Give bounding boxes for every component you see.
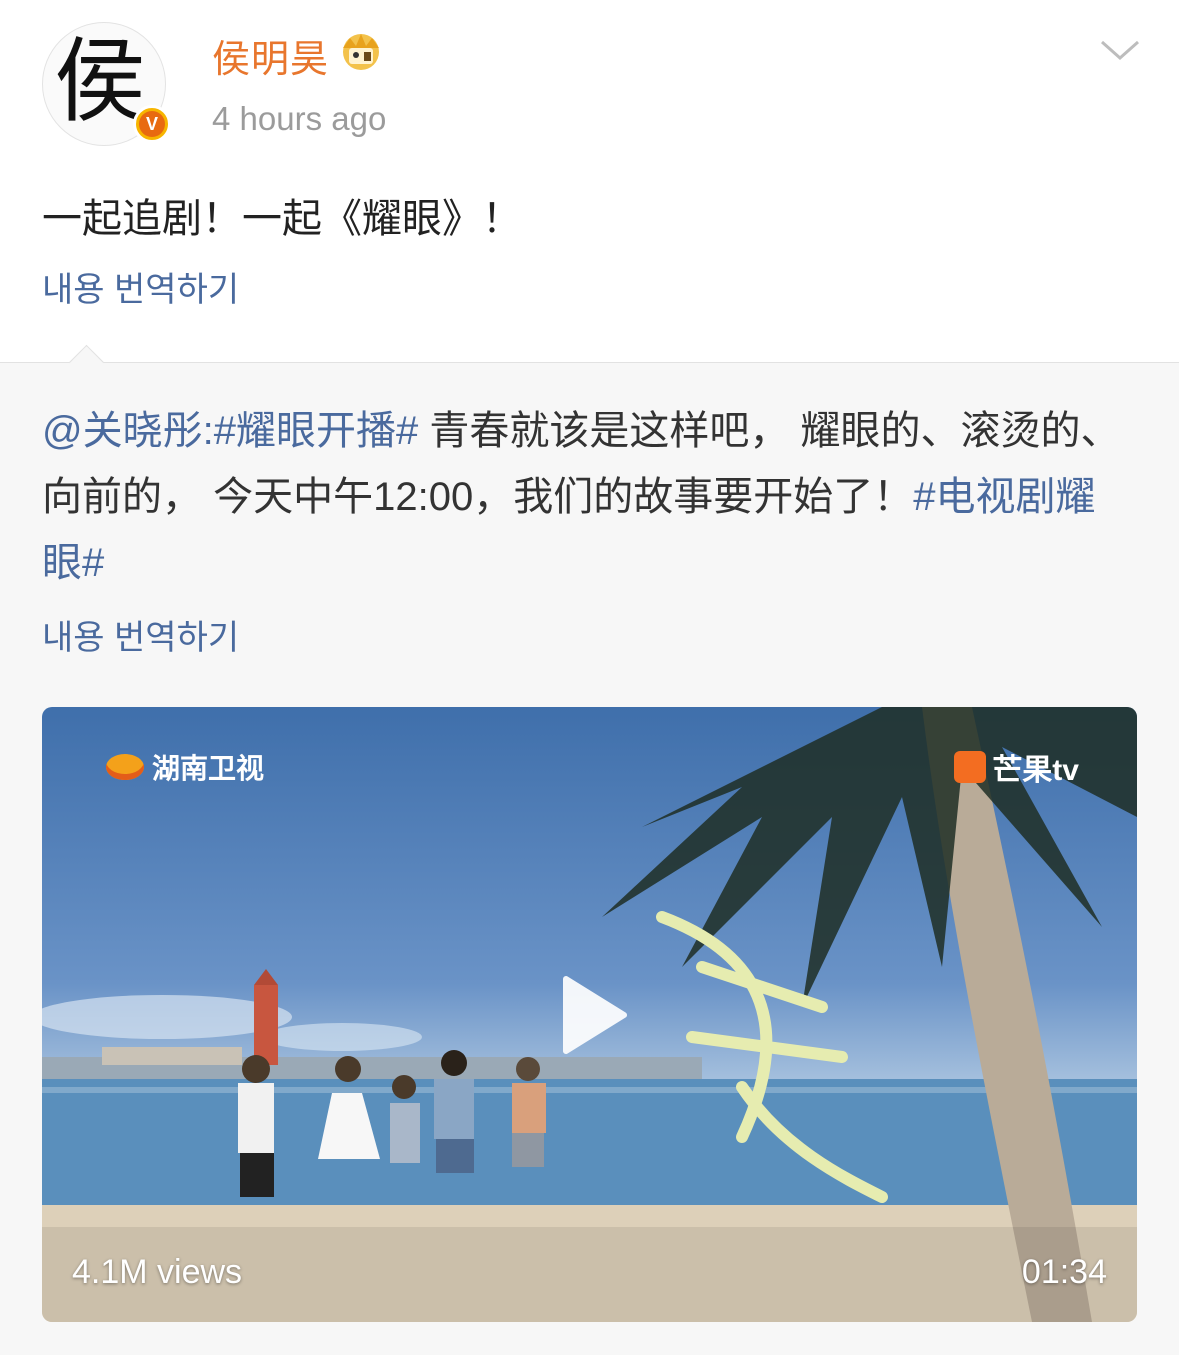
views-count: 4.1M views xyxy=(72,1253,243,1291)
play-icon[interactable] xyxy=(556,973,630,1057)
platform-logo: 芒果tv xyxy=(954,745,1079,789)
video-duration: 01:34 xyxy=(1021,1253,1107,1291)
video-player[interactable]: 湖南卫视 芒果tv 4.1M views 01:34 xyxy=(42,707,1137,1322)
mention-link[interactable]: @关晓彤 xyxy=(42,409,203,453)
platform-logo-icon xyxy=(954,751,987,783)
channel-logo-icon xyxy=(106,754,144,780)
channel-logo: 湖南卫视 xyxy=(106,747,264,787)
avatar[interactable]: 侯 V xyxy=(42,22,171,146)
channel-logo-text: 湖南卫视 xyxy=(152,753,265,784)
post-text: 一起追剧！一起《耀眼》！ xyxy=(42,197,522,241)
platform-logo-text: 芒果tv xyxy=(992,754,1079,787)
verified-icon: V xyxy=(133,105,171,143)
translate-link[interactable]: 내용 번역하기 xyxy=(42,610,239,659)
translate-link[interactable]: 내용 번역하기 xyxy=(42,262,239,311)
crown-icon[interactable] xyxy=(334,30,388,74)
username[interactable]: 侯明昊 xyxy=(212,28,329,83)
mention-separator: : xyxy=(202,409,214,453)
post-header: 侯 V 侯明昊 4 hours ago xyxy=(0,0,1179,170)
timestamp: 4 hours ago xyxy=(212,100,387,137)
hashtag-link[interactable]: #耀眼开播# xyxy=(214,409,419,453)
repost-text: @关晓彤:#耀眼开播# 青春就该是这样吧， 耀眼的、滚烫的、向前的， 今天中午1… xyxy=(42,398,1132,596)
avatar-glyph: 侯 xyxy=(53,28,146,135)
chevron-down-icon[interactable] xyxy=(1098,36,1142,64)
